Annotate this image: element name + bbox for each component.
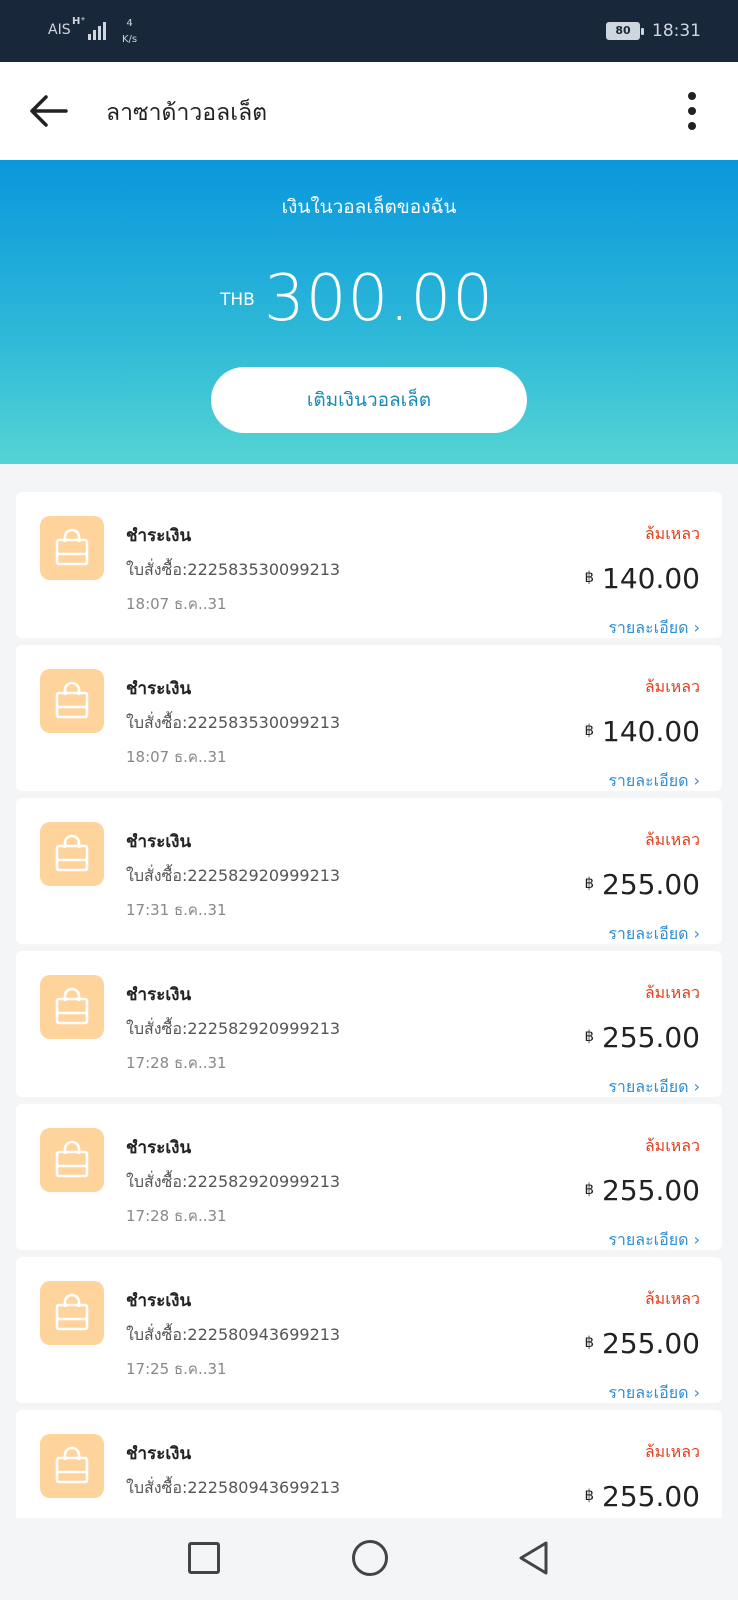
more-vertical-icon	[688, 92, 696, 100]
transaction-amount: ฿ 255.00	[584, 1480, 700, 1513]
transaction-type: ชำระเงิน	[126, 679, 192, 699]
baht-symbol: ฿	[584, 721, 595, 739]
status-badge: ล้มเหลว	[644, 1289, 700, 1308]
network-speed: 4 K/s	[122, 18, 138, 45]
status-badge: ล้มเหลว	[644, 677, 700, 696]
wallet-currency: THB	[220, 290, 255, 310]
transaction-amount: ฿ 255.00	[584, 868, 700, 901]
details-link[interactable]: รายละเอียด ›	[608, 1381, 700, 1406]
transaction-card[interactable]: ชำระเงิน ใบสั่งซื้อ:222582920999213 17:2…	[16, 951, 722, 1097]
wallet-summary: เงินในวอลเล็ตของฉัน THB 300.00 เติมเงินว…	[0, 160, 738, 464]
transaction-list: ชำระเงิน ใบสั่งซื้อ:222583530099213 18:0…	[16, 492, 722, 1518]
status-badge: ล้มเหลว	[644, 524, 700, 543]
order-number: ใบสั่งซื้อ:222582920999213	[126, 1172, 341, 1191]
square-icon[interactable]	[188, 1542, 220, 1574]
transaction-type: ชำระเงิน	[126, 1138, 192, 1158]
transaction-amount: ฿ 255.00	[584, 1327, 700, 1360]
transaction-type: ชำระเงิน	[126, 1444, 192, 1464]
shopping-bag-icon	[40, 1434, 104, 1498]
baht-symbol: ฿	[584, 1180, 595, 1198]
order-number: ใบสั่งซื้อ:222583530099213	[126, 713, 341, 732]
transaction-card[interactable]: ชำระเงิน ใบสั่งซื้อ:222582920999213 17:3…	[16, 798, 722, 944]
transaction-time: 18:07 ธ.ค..31	[126, 595, 227, 613]
baht-symbol: ฿	[584, 1027, 595, 1045]
battery-icon: 80	[606, 22, 644, 40]
transaction-card[interactable]: ชำระเงิน ใบสั่งซื้อ:222583530099213 18:0…	[16, 645, 722, 791]
details-link[interactable]: รายละเอียด ›	[608, 1228, 700, 1253]
order-number: ใบสั่งซื้อ:222583530099213	[126, 560, 341, 579]
details-link[interactable]: รายละเอียด ›	[608, 922, 700, 947]
transaction-card[interactable]: ชำระเงิน ใบสั่งซื้อ:222582920999213 17:2…	[16, 1104, 722, 1250]
shopping-bag-icon	[40, 1128, 104, 1192]
more-options-button[interactable]	[680, 90, 704, 132]
details-link[interactable]: รายละเอียด ›	[608, 769, 700, 794]
baht-symbol: ฿	[584, 1333, 595, 1351]
clock: 18:31	[652, 21, 701, 41]
transaction-card[interactable]: ชำระเงิน ใบสั่งซื้อ:222580943699213 17:2…	[16, 1257, 722, 1403]
transaction-time: 18:07 ธ.ค..31	[126, 748, 227, 766]
shopping-bag-icon	[40, 1281, 104, 1345]
wallet-label: เงินในวอลเล็ตของฉัน	[281, 196, 457, 218]
order-number: ใบสั่งซื้อ:222582920999213	[126, 1019, 341, 1038]
order-number: ใบสั่งซื้อ:222580943699213	[126, 1478, 341, 1497]
transaction-amount: ฿ 140.00	[584, 715, 700, 748]
status-badge: ล้มเหลว	[644, 830, 700, 849]
signal-icon	[84, 18, 108, 40]
transaction-time: 17:28 ธ.ค..31	[126, 1207, 227, 1225]
app-bar: ลาซาด้าวอลเล็ต	[0, 62, 738, 160]
back-button[interactable]	[26, 88, 72, 134]
page-title: ลาซาด้าวอลเล็ต	[106, 100, 268, 126]
order-number: ใบสั่งซื้อ:222580943699213	[126, 1325, 341, 1344]
baht-symbol: ฿	[584, 1486, 595, 1504]
transaction-time: 17:25 ธ.ค..31	[126, 1360, 227, 1378]
status-badge: ล้มเหลว	[644, 983, 700, 1002]
status-badge: ล้มเหลว	[644, 1442, 700, 1461]
transaction-time: 17:31 ธ.ค..31	[126, 901, 227, 919]
triangle-back-icon[interactable]	[516, 1540, 552, 1576]
transaction-type: ชำระเงิน	[126, 832, 192, 852]
transaction-time: 17:28 ธ.ค..31	[126, 1054, 227, 1072]
order-number: ใบสั่งซื้อ:222582920999213	[126, 866, 341, 885]
details-link[interactable]: รายละเอียด ›	[608, 616, 700, 641]
shopping-bag-icon	[40, 975, 104, 1039]
baht-symbol: ฿	[584, 568, 595, 586]
status-bar: AIS H⁺ 4 K/s 80 18:31	[0, 0, 738, 62]
topup-wallet-button[interactable]: เติมเงินวอลเล็ต	[211, 367, 527, 433]
system-nav-bar	[0, 1518, 738, 1600]
shopping-bag-icon	[40, 669, 104, 733]
carrier-label: AIS	[48, 22, 71, 38]
baht-symbol: ฿	[584, 874, 595, 892]
circle-icon[interactable]	[352, 1540, 388, 1576]
transaction-card[interactable]: ชำระเงิน ใบสั่งซื้อ:222583530099213 18:0…	[16, 492, 722, 638]
arrow-left-icon	[30, 95, 68, 127]
wallet-balance: 300.00	[264, 262, 494, 336]
transaction-amount: ฿ 255.00	[584, 1174, 700, 1207]
transaction-type: ชำระเงิน	[126, 985, 192, 1005]
shopping-bag-icon	[40, 516, 104, 580]
transaction-amount: ฿ 140.00	[584, 562, 700, 595]
status-badge: ล้มเหลว	[644, 1136, 700, 1155]
transaction-type: ชำระเงิน	[126, 526, 192, 546]
transaction-amount: ฿ 255.00	[584, 1021, 700, 1054]
details-link[interactable]: รายละเอียด ›	[608, 1075, 700, 1100]
shopping-bag-icon	[40, 822, 104, 886]
transaction-card[interactable]: ชำระเงิน ใบสั่งซื้อ:222580943699213 ล้มเ…	[16, 1410, 722, 1518]
transaction-type: ชำระเงิน	[126, 1291, 192, 1311]
